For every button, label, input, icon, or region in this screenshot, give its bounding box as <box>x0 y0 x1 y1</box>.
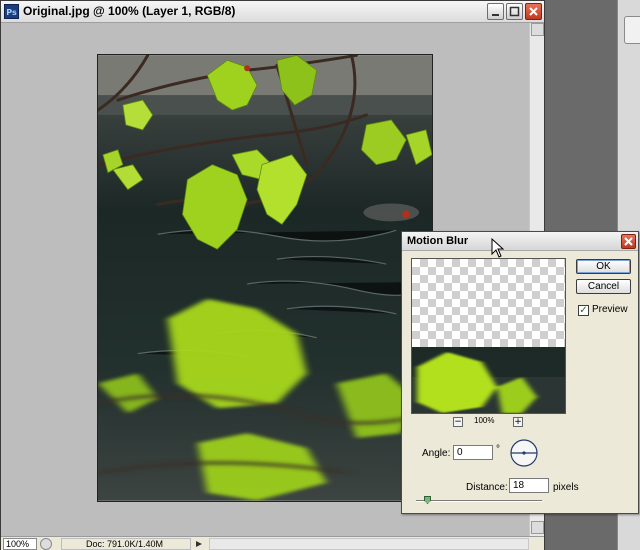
photoshop-app-icon: Ps <box>4 4 19 19</box>
status-icon[interactable] <box>40 538 52 550</box>
close-button[interactable] <box>525 3 542 20</box>
status-bar: 100% Doc: 791.0K/1.40M <box>1 536 544 550</box>
zoom-in-icon: + <box>514 417 522 427</box>
close-icon <box>529 7 538 16</box>
maximize-button[interactable] <box>506 3 523 20</box>
close-icon <box>624 237 633 246</box>
preview-zoom-level: 100% <box>474 416 495 425</box>
preview-image <box>412 347 565 413</box>
scroll-up-arrow[interactable] <box>531 23 544 36</box>
distance-slider-thumb[interactable] <box>424 496 431 504</box>
zoom-out-icon: − <box>454 417 462 427</box>
minimize-button[interactable] <box>487 3 504 20</box>
dialog-title: Motion Blur <box>407 235 469 247</box>
motion-blur-dialog: Motion Blur − 100% + OK Cancel ✓ Preview… <box>401 231 639 514</box>
document-size-info: Doc: 791.0K/1.40M <box>61 538 191 550</box>
status-menu-arrow-icon[interactable] <box>194 538 204 550</box>
dialog-titlebar[interactable]: Motion Blur <box>402 232 638 251</box>
preview-checkbox-label[interactable]: Preview <box>592 304 628 315</box>
dialog-close-button[interactable] <box>621 234 636 249</box>
ok-button[interactable]: OK <box>576 259 631 274</box>
cancel-button[interactable]: Cancel <box>576 279 631 294</box>
panel-tab[interactable] <box>624 16 640 44</box>
distance-slider-track[interactable] <box>416 500 542 502</box>
angle-input[interactable]: 0 <box>453 445 493 460</box>
preview-checkbox[interactable]: ✓ <box>578 305 589 316</box>
degree-symbol: ° <box>496 444 500 455</box>
maximize-icon <box>509 6 520 17</box>
angle-dial-icon[interactable] <box>509 438 539 468</box>
document-titlebar[interactable]: Ps Original.jpg @ 100% (Layer 1, RGB/8) <box>1 1 544 23</box>
distance-label: Distance: <box>466 482 508 493</box>
horizontal-scrollbar[interactable] <box>209 538 529 550</box>
document-photo <box>97 54 433 502</box>
filter-preview[interactable] <box>411 258 566 414</box>
distance-input[interactable]: 18 <box>509 478 549 493</box>
transparency-checkerboard <box>412 259 565 347</box>
minimize-icon <box>492 14 499 16</box>
scroll-down-arrow[interactable] <box>531 521 544 534</box>
mouse-pointer-icon <box>491 238 505 258</box>
preview-zoom-in-button[interactable]: + <box>513 417 523 427</box>
angle-label: Angle: <box>422 448 451 459</box>
zoom-level-field[interactable]: 100% <box>3 538 37 550</box>
document-title: Original.jpg @ 100% (Layer 1, RGB/8) <box>23 4 236 18</box>
distance-unit-label: pixels <box>553 482 579 493</box>
preview-zoom-out-button[interactable]: − <box>453 417 463 427</box>
